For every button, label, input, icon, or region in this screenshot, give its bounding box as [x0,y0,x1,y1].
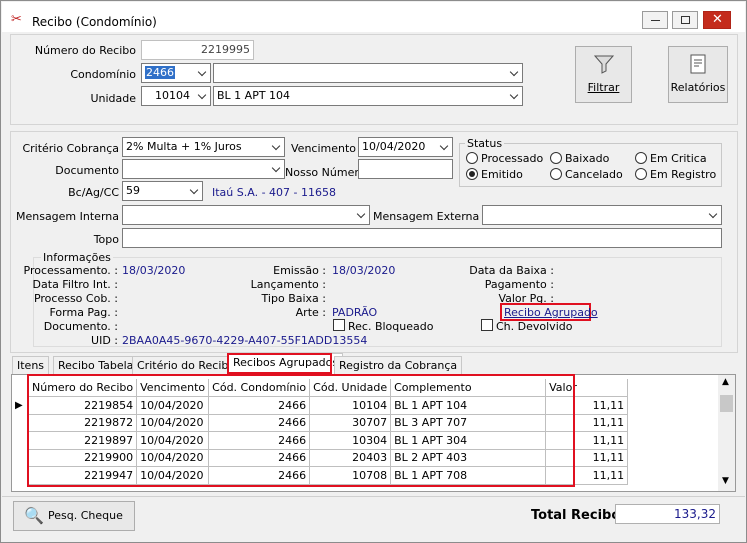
row-pointer-icon: ▶ [15,400,23,411]
forma-pag-label: Forma Pag. : [49,306,118,319]
msg-externa-label: Mensagem Externa [373,210,480,223]
radio-emitido[interactable] [466,168,478,180]
processo-cob-label: Processo Cob. : [33,292,118,305]
lancamento-label: Lançamento : [250,278,326,291]
bank-info: Itaú S.A. - 407 - 11658 [212,186,336,199]
scroll-down-icon[interactable]: ▼ [722,476,729,486]
title-bar[interactable]: ✂ Recibo (Condomínio) ✕ [2,2,745,32]
condominio-label: Condomínio [70,68,136,81]
total-label: Total Recibo [531,508,621,523]
close-icon: ✕ [712,12,723,27]
unidade-select[interactable]: 10104 [141,86,211,106]
radio-em-registro-label: Em Registro [650,168,717,181]
numero-recibo-label: Número do Recibo [34,44,136,57]
condominio-select[interactable]: 2466 [141,63,211,83]
radio-processado-label: Processado [481,152,544,165]
nosso-numero-input[interactable] [358,159,453,179]
documento-info-label: Documento. : [43,320,118,333]
tab-criterio-recibo[interactable]: Critério do Recibo [132,356,241,374]
minimize-button[interactable] [642,11,668,29]
radio-em-critica[interactable] [635,152,647,164]
pagamento-label: Pagamento : [484,278,554,291]
vertical-scrollbar[interactable]: ▲ ▼ [718,375,735,491]
radio-cancelado[interactable] [550,168,562,180]
rec-bloqueado-label: Rec. Bloqueado [348,320,434,333]
tab-highlight [227,353,332,374]
total-value: 133,32 [615,504,720,524]
pesq-cheque-label: Pesq. Cheque [48,509,123,522]
radio-em-registro[interactable] [635,168,647,180]
relatorios-label: Relatórios [670,81,726,94]
radio-processado[interactable] [466,152,478,164]
bc-select[interactable]: 59 [122,181,203,201]
data-baixa-label: Data da Baixa : [469,264,554,277]
filtrar-label: Filtrar [587,81,620,94]
uid-value: 2BAA0A45-9670-4229-A407-55F1ADD13554 [122,334,368,347]
ch-devolvido-checkbox[interactable] [481,319,493,331]
radio-cancelado-label: Cancelado [565,168,623,181]
topo-label: Topo [93,233,119,246]
msg-interna-select[interactable] [122,205,370,225]
scroll-up-icon[interactable]: ▲ [722,377,729,387]
bc-label: Bc/Ag/CC [68,186,119,199]
tab-itens[interactable]: Itens [12,356,50,374]
tab-registro-cobranca[interactable]: Registro da Cobrança [334,356,463,374]
documento-label: Documento [55,164,119,177]
processamento-value: 18/03/2020 [122,264,186,277]
window: ✂ Recibo (Condomínio) ✕ Número do Recibo… [0,0,747,543]
recibo-agrupado-link[interactable]: Recibo Agrupado [504,306,598,319]
vencimento-label: Vencimento [291,142,357,155]
ch-devolvido-label: Ch. Devolvido [496,320,573,333]
unidade-name-select[interactable]: BL 1 APT 104 [213,86,523,106]
window-title: Recibo (Condomínio) [32,15,157,29]
nosso-numero-label: Nosso Número [285,166,366,179]
grid-highlight [27,374,575,487]
filtrar-button[interactable]: Filtrar [575,46,632,103]
radio-baixado[interactable] [550,152,562,164]
unidade-label: Unidade [90,92,136,105]
tipo-baixa-label: Tipo Baixa : [261,292,326,305]
status-title: Status [465,137,505,150]
footer-bar: 🔍 Pesq. Cheque Total Recibo 133,32 [2,496,745,542]
condominio-name-select[interactable] [213,63,523,83]
scroll-thumb[interactable] [720,395,733,412]
maximize-button[interactable] [672,11,698,29]
documento-select[interactable] [122,159,285,179]
criterio-select[interactable]: 2% Multa + 1% Juros [122,137,285,157]
emissao-label: Emissão : [273,264,326,277]
vencimento-select[interactable]: 10/04/2020 [358,137,453,157]
rec-bloqueado-checkbox[interactable] [333,319,345,331]
data-filtro-label: Data Filtro Int. : [32,278,118,291]
processamento-label: Processamento. : [23,264,118,277]
uid-label: UID : [91,334,118,347]
filter-icon [593,55,614,74]
arte-label: Arte : [295,306,326,319]
close-button[interactable]: ✕ [703,11,731,29]
search-cheque-icon: 🔍 [24,506,44,525]
emissao-value: 18/03/2020 [332,264,396,277]
report-icon [690,54,706,74]
arte-value: PADRÃO [332,306,378,319]
radio-baixado-label: Baixado [565,152,610,165]
radio-emitido-label: Emitido [481,168,523,181]
relatorios-button[interactable]: Relatórios [668,46,728,103]
radio-em-critica-label: Em Critica [650,152,707,165]
msg-externa-select[interactable] [482,205,722,225]
msg-interna-label: Mensagem Interna [15,210,119,223]
tab-recibo-tabela[interactable]: Recibo Tabela [53,356,139,374]
info-title: Informações [41,251,113,264]
topo-input[interactable] [122,228,722,248]
app-icon: ✂ [11,12,22,27]
numero-recibo-input[interactable]: 2219995 [141,40,254,60]
pesq-cheque-button[interactable]: 🔍 Pesq. Cheque [13,501,135,531]
criterio-label: Critério Cobrança [22,142,119,155]
